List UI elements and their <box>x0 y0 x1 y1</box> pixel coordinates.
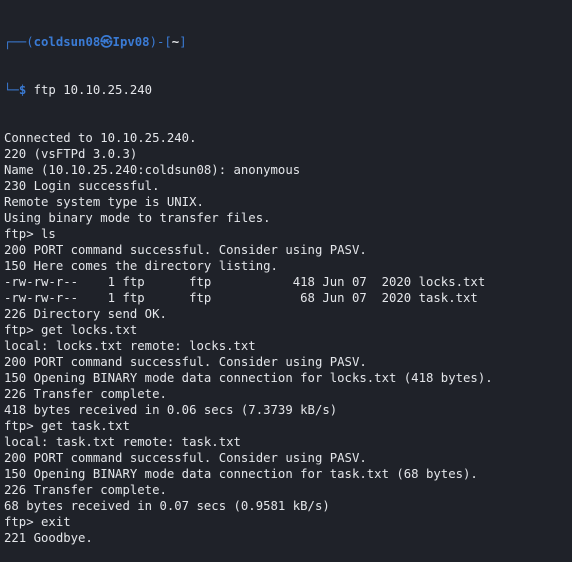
output-line: ftp> get task.txt <box>4 419 130 433</box>
prompt-header-line: ┌──(coldsun08㉿Ipv08)-[~] <box>4 34 572 50</box>
output-line: Remote system type is UNIX. <box>4 195 204 209</box>
output-line: 226 Directory send OK. <box>4 307 167 321</box>
output-line: 150 Here comes the directory listing. <box>4 259 278 273</box>
output-line: Connected to 10.10.25.240. <box>4 131 197 145</box>
output-line: 230 Login successful. <box>4 179 160 193</box>
output-line: 418 bytes received in 0.06 secs (7.3739 … <box>4 403 338 417</box>
output-line: 150 Opening BINARY mode data connection … <box>4 467 478 481</box>
output-line: 150 Opening BINARY mode data connection … <box>4 371 493 385</box>
output-line: local: task.txt remote: task.txt <box>4 435 241 449</box>
prompt-user-host: coldsun08㉿Ipv08 <box>33 35 150 49</box>
prompt-frame-mid: )-[ <box>149 35 172 49</box>
output-line: 200 PORT command successful. Consider us… <box>4 355 367 369</box>
output-line: 200 PORT command successful. Consider us… <box>4 243 367 257</box>
output-line: 226 Transfer complete. <box>4 387 167 401</box>
output-line: ftp> exit <box>4 515 71 529</box>
output-line: -rw-rw-r-- 1 ftp ftp 418 Jun 07 2020 loc… <box>4 275 486 289</box>
output-line: ftp> ls <box>4 227 56 241</box>
terminal-output: Connected to 10.10.25.240. 220 (vsFTPd 3.… <box>4 130 572 546</box>
prompt-frame-bottom: └─ <box>4 83 19 97</box>
prompt-command: ftp 10.10.25.240 <box>33 83 153 97</box>
prompt-frame-end: ] <box>179 35 187 49</box>
output-line: Using binary mode to transfer files. <box>4 211 271 225</box>
output-line: local: locks.txt remote: locks.txt <box>4 339 256 353</box>
output-line: 226 Transfer complete. <box>4 483 167 497</box>
output-line: ftp> get locks.txt <box>4 323 138 337</box>
prompt-dollar: $ <box>18 83 27 97</box>
output-line: 221 Goodbye. <box>4 531 93 545</box>
output-line: 220 (vsFTPd 3.0.3) <box>4 147 138 161</box>
prompt-frame-top: ┌──( <box>4 35 34 49</box>
output-line: 68 bytes received in 0.07 secs (0.9581 k… <box>4 499 330 513</box>
output-line: -rw-rw-r-- 1 ftp ftp 68 Jun 07 2020 task… <box>4 291 478 305</box>
prompt-command-line: └─$ ftp 10.10.25.240 <box>4 82 572 98</box>
terminal-window[interactable]: ┌──(coldsun08㉿Ipv08)-[~] └─$ ftp 10.10.2… <box>0 0 572 545</box>
output-line: Name (10.10.25.240:coldsun08): anonymous <box>4 163 301 177</box>
